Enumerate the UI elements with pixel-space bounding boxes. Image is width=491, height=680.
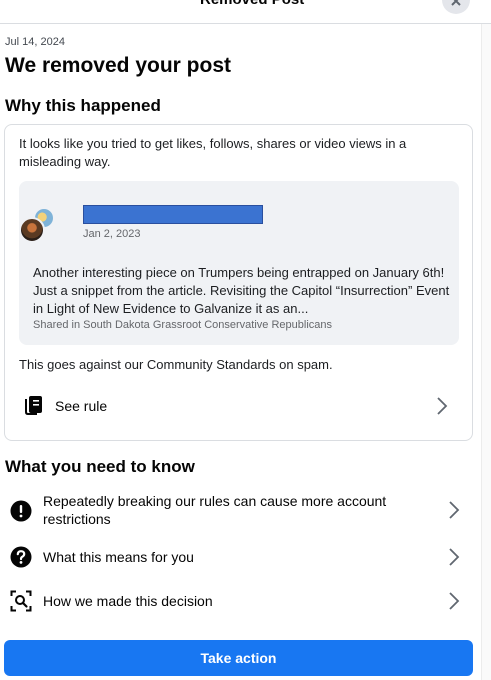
avatar <box>19 217 45 243</box>
know-heading: What you need to know <box>5 457 195 476</box>
chevron-right-icon <box>449 548 460 566</box>
chevron-right-icon <box>437 397 448 415</box>
chevron-right-icon <box>449 501 460 519</box>
chevron-right-icon <box>449 592 460 610</box>
see-rule-label: See rule <box>55 398 108 414</box>
book-icon <box>25 396 42 415</box>
redacted-author-name <box>83 205 263 224</box>
close-icon <box>451 0 461 6</box>
why-description: It looks like you tried to get likes, fo… <box>19 136 407 169</box>
community-standards-text: This goes against our Community Standard… <box>19 357 333 372</box>
know-item-what-this-means[interactable]: What this means for you <box>4 544 470 570</box>
know-item-restrictions[interactable]: Repeatedly breaking our rules can cause … <box>4 490 470 530</box>
page-title: We removed your post <box>5 54 231 77</box>
post-shared-in: Shared in South Dakota Grassroot Conserv… <box>33 319 332 331</box>
close-button[interactable] <box>442 0 470 14</box>
scrollbar[interactable] <box>481 24 491 680</box>
see-rule-button[interactable]: See rule <box>15 389 461 423</box>
scan-search-icon <box>10 590 32 612</box>
dialog-title: Removed Post <box>200 0 304 8</box>
why-heading: Why this happened <box>5 96 161 115</box>
post-text: Another interesting piece on Trumpers be… <box>33 265 450 316</box>
know-item-how-decided[interactable]: How we made this decision <box>4 588 470 614</box>
notice-date: Jul 14, 2024 <box>5 36 65 48</box>
know-item-label: What this means for you <box>43 549 194 565</box>
removed-post-preview: Jan 2, 2023 Another interesting piece on… <box>19 181 459 345</box>
know-item-label: Repeatedly breaking our rules can cause … <box>43 493 387 527</box>
take-action-button[interactable]: Take action <box>4 640 473 676</box>
exclamation-icon <box>10 500 32 522</box>
post-date: Jan 2, 2023 <box>83 228 141 240</box>
question-icon <box>10 546 32 568</box>
know-item-label: How we made this decision <box>43 593 213 609</box>
why-card: It looks like you tried to get likes, fo… <box>4 124 473 441</box>
dialog-header: Removed Post <box>0 0 491 24</box>
